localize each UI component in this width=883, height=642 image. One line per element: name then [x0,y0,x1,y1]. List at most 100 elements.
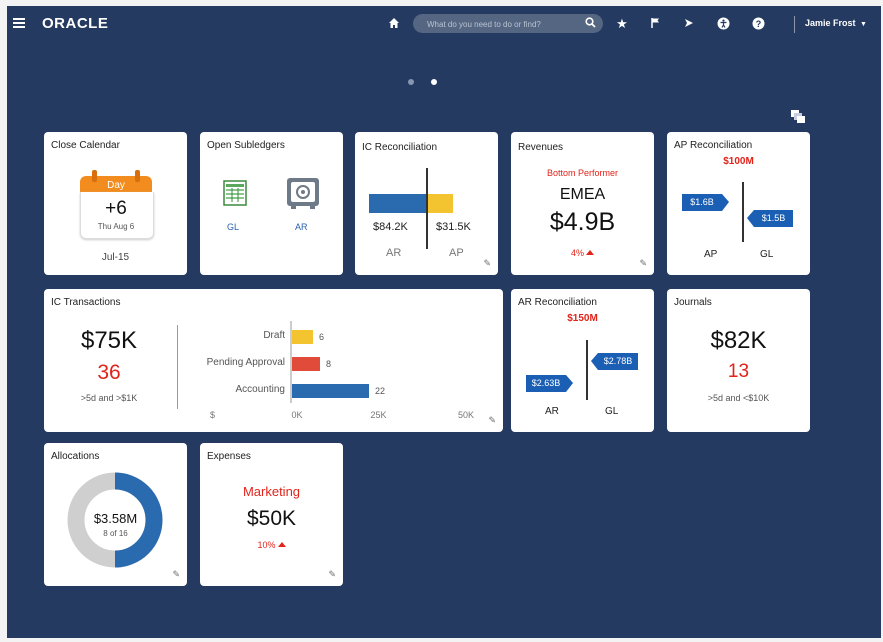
layers-icon[interactable] [789,108,807,127]
page-dot-2[interactable] [431,79,437,85]
ict-amount: $75K [80,327,138,354]
chart-data-label: 8 [326,359,331,369]
calendar-icon: Day +6 Thu Aug 6 [80,168,154,240]
favorites-star-icon[interactable]: ★ [615,17,629,31]
ledger-icon[interactable] [223,180,247,211]
user-menu[interactable]: Jamie Frost ▼ [805,18,867,28]
allocations-sub: 8 of 16 [103,529,128,538]
ar-right-value: $2.78B [603,356,633,366]
tile-title: Open Subledgers [207,140,285,151]
app-window: ORACLE ★ ? Jamie Frost ▼ Close Calendar [7,6,881,638]
tile-open-subledgers[interactable]: Open Subledgers GL AR [200,132,343,275]
ar-left-flag: $2.63B [526,375,566,392]
tile-title: Revenues [518,142,564,153]
tile-journals[interactable]: Journals $82K 13 >5d and <$10K [667,289,810,432]
wrench-icon[interactable]: ✎ [328,569,336,580]
tile-close-calendar[interactable]: Close Calendar Day +6 Thu Aug 6 Jul-15 [44,132,187,275]
ar-right-label: GL [605,406,619,417]
subledger-gl-link[interactable]: GL [227,222,239,232]
tile-ap-reconciliation[interactable]: AP Reconciliation $100M $1.6B $1.5B AP G… [667,132,810,275]
chart-axis-unit: $ [210,410,215,420]
chart-category-label: Pending Approval [207,357,285,368]
ar-left-label: AR [545,406,559,417]
tile-title: AR Reconciliation [518,297,597,308]
calendar-day-label: Day [107,180,125,191]
tile-title: Allocations [51,451,100,462]
ic-ap-value: $31.5K [436,221,471,233]
ap-left-value: $1.6B [690,197,714,207]
ict-divider [177,325,178,409]
ap-left-pointer [722,194,729,211]
screenshot-frame: ORACLE ★ ? Jamie Frost ▼ Close Calendar [0,0,883,642]
tile-title: Close Calendar [51,140,120,151]
arrow-up-icon [277,542,286,547]
ic-ap-label: AP [449,247,464,259]
wrench-icon[interactable]: ✎ [483,258,491,269]
ict-note: >5d and >$1K [80,393,138,403]
ic-ar-label: AR [386,247,402,259]
flag-icon[interactable] [649,17,663,31]
tile-allocations[interactable]: Allocations $3.58M 8 of 16 ✎ [44,443,187,586]
journals-amount: $82K [710,327,767,354]
wrench-icon[interactable]: ✎ [488,415,496,426]
chart-data-label: 6 [319,332,324,342]
allocations-amount: $3.58M [93,511,138,526]
ar-right-flag: $2.78B [598,353,638,370]
tile-revenues[interactable]: Revenues Bottom Performer EMEA $4.9B 4% … [511,132,654,275]
chevron-down-icon: ▼ [860,21,867,28]
search-icon[interactable] [585,17,596,31]
subledger-ar-link[interactable]: AR [295,222,308,232]
help-icon[interactable]: ? [751,17,765,31]
menu-icon[interactable] [13,18,25,28]
chart-tick-label: 25K [370,410,386,420]
wrench-icon[interactable]: ✎ [172,569,180,580]
ap-left-flag: $1.6B [682,194,722,211]
chart-tick-label: 0K [291,410,302,420]
tile-expenses[interactable]: Expenses Marketing $50K 10% ✎ [200,443,343,586]
revenues-subtitle: Bottom Performer [546,168,619,178]
calendar-period: Jul-15 [101,252,130,263]
arrow-up-icon [586,250,594,255]
expenses-change-value: 10% [257,540,276,550]
ap-divider [742,182,744,242]
tile-title: IC Reconciliation [362,142,438,153]
vault-icon[interactable] [286,176,320,215]
chart-bar [292,330,313,344]
tile-ic-transactions[interactable]: IC Transactions $75K 36 >5d and >$1K Dra… [44,289,503,432]
navigator-icon[interactable] [682,17,696,31]
search-input[interactable] [425,16,579,32]
home-icon[interactable] [387,17,401,31]
ic-ar-value: $84.2K [373,221,408,233]
svg-text:?: ? [755,19,761,29]
tile-ic-reconciliation[interactable]: IC Reconciliation $84.2K $31.5K AR AP ✎ [355,132,498,275]
wrench-icon[interactable]: ✎ [639,258,647,269]
journals-note: >5d and <$10K [707,393,770,403]
revenues-change: 4% [511,248,654,258]
revenues-region: EMEA [559,186,606,203]
chart-bar [292,357,320,371]
ar-left-pointer [566,375,573,392]
oracle-logo: ORACLE [42,15,109,32]
tile-ar-reconciliation[interactable]: AR Reconciliation $150M $2.63B $2.78B AR… [511,289,654,432]
page-dot-1[interactable] [408,79,414,85]
revenues-value: $4.9B [549,208,616,236]
ap-right-label: GL [760,249,774,260]
expenses-change: 10% [200,540,343,550]
ap-left-label: AP [704,249,718,260]
ap-right-pointer [747,210,754,227]
ar-right-pointer [591,353,598,370]
ar-divider [586,340,588,400]
expenses-category: Marketing [242,484,301,499]
global-search[interactable] [413,14,603,33]
page-indicator [408,72,454,90]
ict-count: 36 [97,361,121,384]
ict-bar-chart: Draft 6 Pending Approval 8 Accounting 22 $ 0K 25… [207,321,474,420]
ap-right-value: $1.5B [761,213,786,223]
tile-title: AP Reconciliation [674,140,753,151]
ar-diff: $150M [567,313,598,324]
accessibility-icon[interactable] [716,17,730,31]
header-divider [794,16,795,33]
ar-left-value: $2.63B [531,378,561,388]
chart-tick-label: 50K [458,410,474,420]
revenues-change-value: 4% [570,248,584,258]
